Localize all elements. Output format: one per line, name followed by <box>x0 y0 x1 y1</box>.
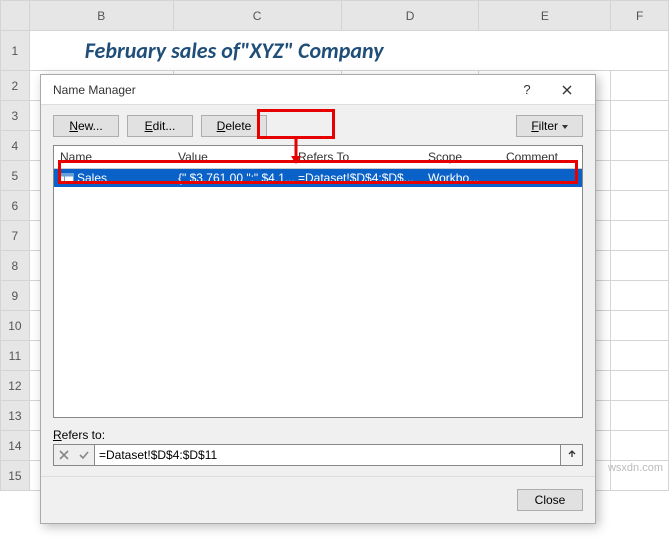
sheet-title[interactable]: February sales of"XYZ" Company <box>29 31 668 71</box>
row-header[interactable]: 11 <box>1 341 30 371</box>
row-header[interactable]: 14 <box>1 431 30 461</box>
names-list: Name Value Refers To Scope Comment Sales… <box>53 145 583 418</box>
row-header[interactable]: 3 <box>1 101 30 131</box>
refers-to-section: Refers to: <box>53 428 583 466</box>
dialog-footer: Close <box>41 476 595 523</box>
col-header[interactable]: D <box>341 1 479 31</box>
dialog-toolbar: New... Edit... Delete Filter <box>41 105 595 145</box>
col-header-name[interactable]: Name <box>60 150 178 164</box>
row-name: Sales <box>77 171 107 185</box>
row-header[interactable]: 8 <box>1 251 30 281</box>
refers-to-label: Refers to: <box>53 428 583 442</box>
collapse-dialog-icon <box>567 450 577 460</box>
dialog-title: Name Manager <box>53 83 507 97</box>
row-value: {" $3,761.00 ";" $4,1... <box>178 171 298 185</box>
col-header[interactable]: E <box>479 1 611 31</box>
row-header[interactable]: 1 <box>1 31 30 71</box>
row-header[interactable]: 12 <box>1 371 30 401</box>
col-header-scope[interactable]: Scope <box>428 150 506 164</box>
row-header[interactable]: 15 <box>1 461 30 491</box>
refers-to-input[interactable] <box>95 444 561 466</box>
col-header-refers[interactable]: Refers To <box>298 150 428 164</box>
row-header[interactable]: 7 <box>1 221 30 251</box>
dialog-titlebar[interactable]: Name Manager ? <box>41 75 595 105</box>
list-row-sales[interactable]: Sales {" $3,761.00 ";" $4,1... =Dataset!… <box>54 169 582 187</box>
list-body[interactable]: Sales {" $3,761.00 ";" $4,1... =Dataset!… <box>54 169 582 417</box>
row-header[interactable]: 10 <box>1 311 30 341</box>
range-picker-button[interactable] <box>561 444 583 466</box>
close-dialog-button[interactable]: Close <box>517 489 583 511</box>
row-header[interactable]: 5 <box>1 161 30 191</box>
name-manager-dialog: Name Manager ? New... Edit... Delete Fil… <box>40 74 596 524</box>
help-button[interactable]: ? <box>507 76 547 104</box>
x-icon <box>59 450 69 460</box>
row-header[interactable]: 9 <box>1 281 30 311</box>
name-icon <box>60 173 75 184</box>
col-header[interactable]: B <box>29 1 173 31</box>
new-button[interactable]: New... <box>53 115 119 137</box>
row-header[interactable]: 2 <box>1 71 30 101</box>
delete-button[interactable]: Delete <box>201 115 267 137</box>
row-header[interactable]: 6 <box>1 191 30 221</box>
row-header[interactable]: 4 <box>1 131 30 161</box>
close-button[interactable] <box>547 76 587 104</box>
row-scope: Workbo... <box>428 171 506 185</box>
refers-cancel-button[interactable] <box>54 445 74 465</box>
refers-confirm-button[interactable] <box>74 445 94 465</box>
row-refers: =Dataset!$D$4:$D$... <box>298 171 428 185</box>
check-icon <box>79 450 89 460</box>
row-header[interactable]: 13 <box>1 401 30 431</box>
col-header[interactable]: F <box>611 1 669 31</box>
filter-button[interactable]: Filter <box>516 115 583 137</box>
list-header[interactable]: Name Value Refers To Scope Comment <box>54 146 582 169</box>
col-header[interactable]: C <box>173 1 341 31</box>
refers-cancel-confirm <box>53 444 95 466</box>
close-icon <box>562 85 572 95</box>
col-header-comment[interactable]: Comment <box>506 150 576 164</box>
col-header-value[interactable]: Value <box>178 150 298 164</box>
corner-cell[interactable] <box>1 1 30 31</box>
edit-button[interactable]: Edit... <box>127 115 193 137</box>
